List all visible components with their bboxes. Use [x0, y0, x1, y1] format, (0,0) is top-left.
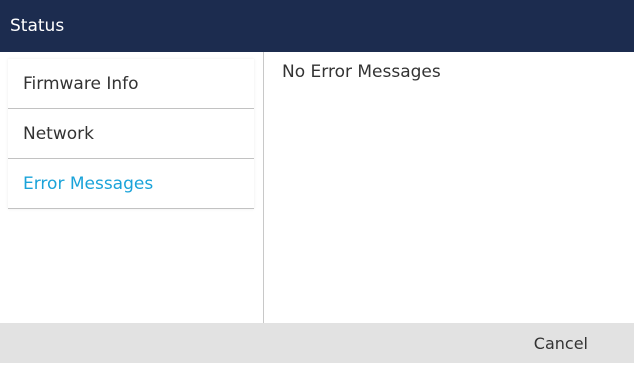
detail-panel: No Error Messages — [264, 52, 634, 323]
softkey-bar: Cancel — [0, 323, 634, 363]
page-title: Status — [10, 16, 65, 36]
sidebar-item-label: Network — [23, 124, 94, 144]
content-area: Firmware Info Network Error Messages No … — [0, 52, 634, 323]
status-message: No Error Messages — [282, 62, 441, 82]
cancel-button[interactable]: Cancel — [534, 323, 588, 363]
sidebar-item-firmware-info[interactable]: Firmware Info — [8, 59, 254, 109]
sidebar-item-error-messages[interactable]: Error Messages — [8, 159, 254, 209]
sidebar-item-network[interactable]: Network — [8, 109, 254, 159]
sidebar-item-label: Error Messages — [23, 174, 154, 194]
sidebar-menu: Firmware Info Network Error Messages — [8, 59, 254, 209]
title-bar: Status — [0, 0, 634, 52]
sidebar-item-label: Firmware Info — [23, 74, 139, 94]
sidebar: Firmware Info Network Error Messages — [0, 52, 264, 323]
